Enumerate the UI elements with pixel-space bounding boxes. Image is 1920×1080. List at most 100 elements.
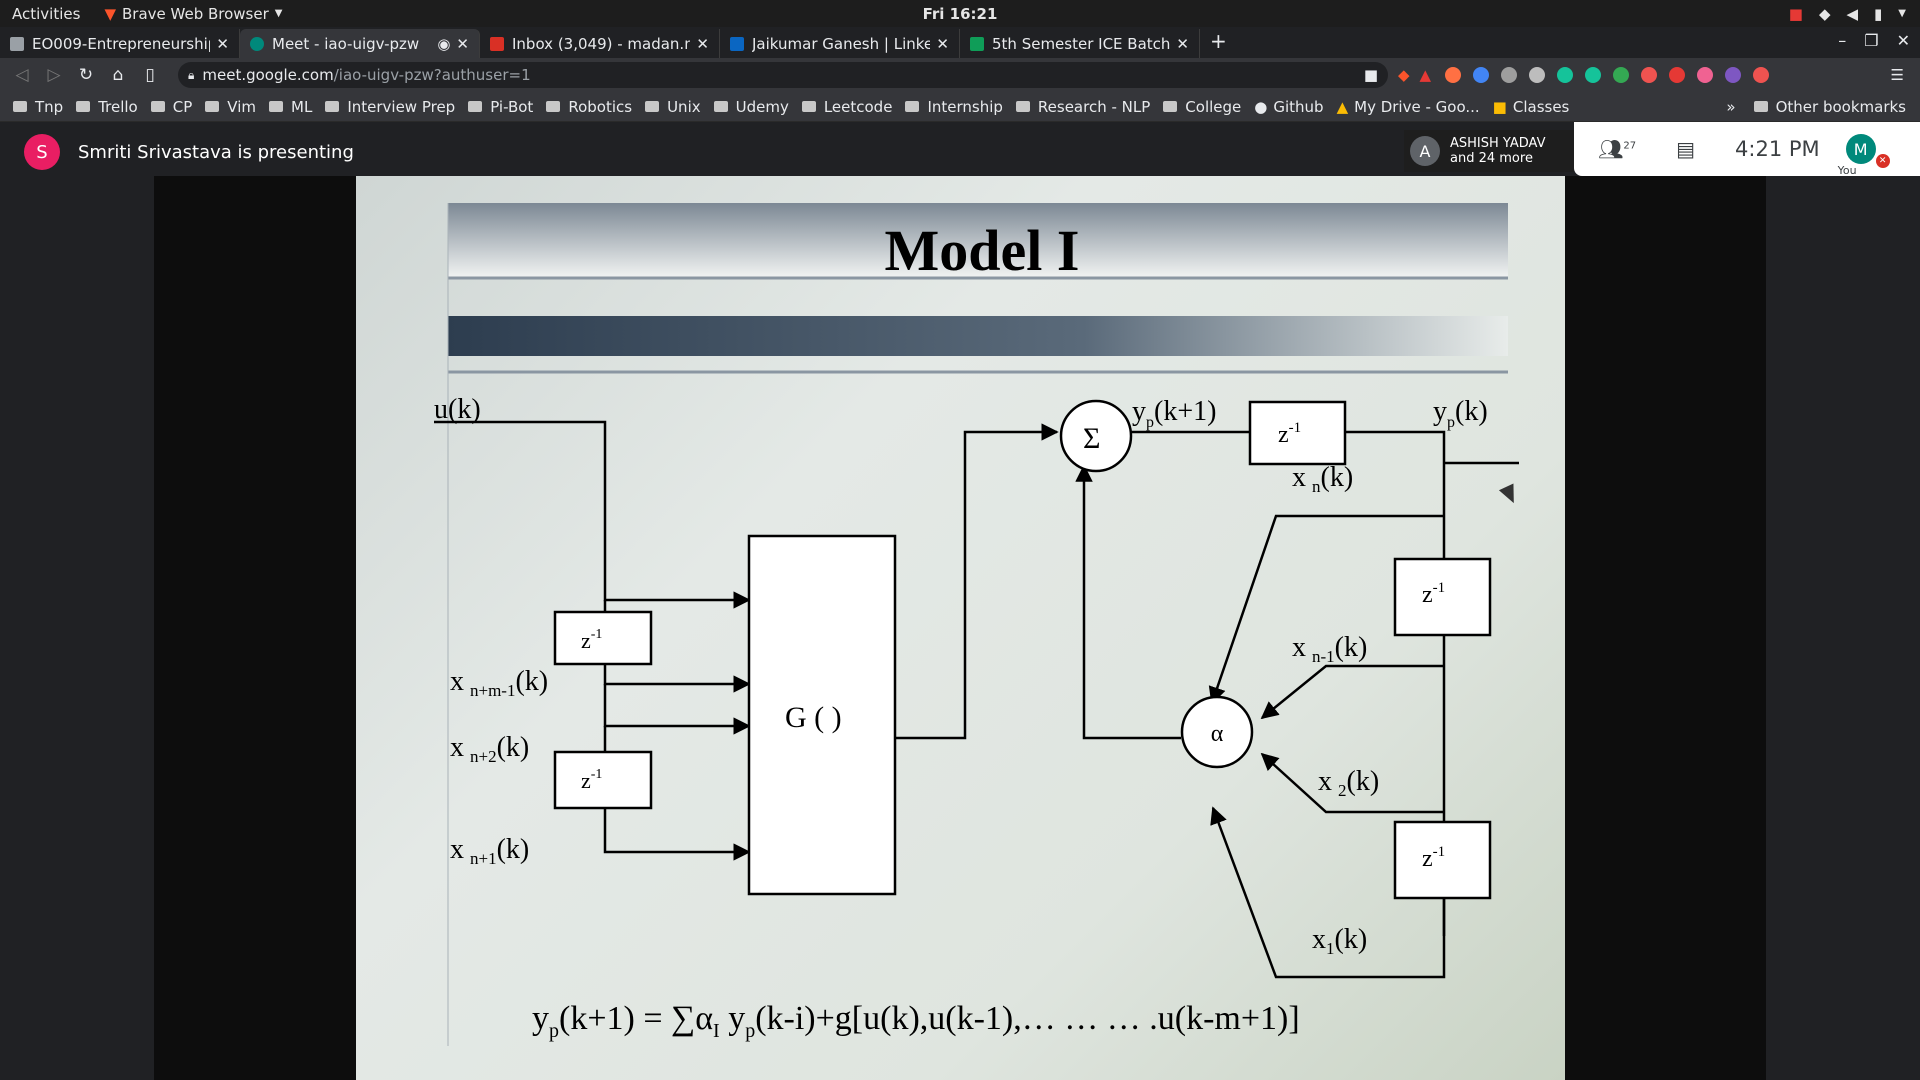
avatar: A: [1410, 136, 1440, 166]
extensions: [1445, 67, 1770, 83]
people-button[interactable]: 👥︎27: [1598, 137, 1636, 161]
close-icon[interactable]: ✕: [216, 35, 229, 53]
extension-icon[interactable]: [1585, 67, 1602, 83]
bookmark-robotics[interactable]: Robotics: [546, 98, 632, 116]
tab-meet[interactable]: Meet - iao-uigv-pzw ◉ ✕: [240, 29, 480, 58]
meet-top-bar: 👥︎27 ▤ 4:21 PM M You ✕: [1574, 122, 1920, 177]
delay-block: [553, 610, 653, 666]
brave-lion-icon: ▼: [104, 4, 116, 23]
extension-icon[interactable]: [1641, 67, 1658, 83]
reload-icon[interactable]: ↻: [70, 65, 102, 85]
slide-diagram: Model I u(k) Σ α G () yp(k+1) yp(k) x n…: [434, 203, 1519, 1046]
wifi-icon: ◆: [1818, 4, 1831, 23]
bookmark-udemy[interactable]: Udemy: [713, 98, 789, 116]
bookmark-trello[interactable]: Trello: [76, 98, 138, 116]
bookmark-internship[interactable]: Internship: [905, 98, 1003, 116]
label-xn-2: x n+2(k): [450, 732, 529, 766]
forward-icon[interactable]: ▷: [38, 65, 70, 85]
tab-title: Jaikumar Ganesh | LinkedIn: [752, 34, 930, 53]
bookmark-github[interactable]: ● Github: [1254, 98, 1323, 116]
close-icon[interactable]: ✕: [456, 35, 469, 53]
bookmarks-bar: Tnp Trello CP Vim ML Interview Prep Pi-B…: [0, 92, 1920, 122]
bookmark-college[interactable]: College: [1163, 98, 1241, 116]
camera-icon[interactable]: ■: [1364, 66, 1378, 84]
close-window-icon[interactable]: ✕: [1897, 31, 1910, 50]
more-bookmarks-button[interactable]: »: [1726, 98, 1735, 116]
bookmark-my-drive[interactable]: ▲ My Drive - Goo...: [1337, 98, 1480, 116]
extension-icon[interactable]: [1445, 67, 1462, 83]
delay-block: [553, 750, 653, 810]
tab-entrepreneurship[interactable]: EO009-Entrepreneurship E ✕: [0, 29, 240, 58]
label-yp-k: yp(k): [1433, 396, 1488, 431]
recording-icon: ◉: [437, 34, 451, 53]
bookmark-icon[interactable]: ▯: [134, 65, 166, 85]
github-icon: ●: [1254, 97, 1268, 116]
extension-icon[interactable]: [1557, 67, 1574, 83]
people-icon: 👥︎: [1598, 137, 1624, 161]
other-bookmarks[interactable]: Other bookmarks: [1753, 98, 1906, 116]
folder-icon: [713, 101, 728, 112]
slide-title: Model I: [885, 218, 1080, 283]
you-label: You: [1837, 164, 1857, 177]
delay-block: [1393, 557, 1492, 637]
label-xn-m-1: x n+m-1(k): [450, 666, 548, 700]
bookmark-vim[interactable]: Vim: [205, 98, 256, 116]
self-tile[interactable]: M You ✕: [1838, 134, 1890, 177]
bookmark-research-nlp[interactable]: Research - NLP: [1015, 98, 1150, 116]
folder-icon: [1015, 101, 1030, 112]
new-tab-button[interactable]: +: [1210, 29, 1227, 53]
app-menu[interactable]: ▼ Brave Web Browser ▼: [104, 5, 282, 23]
document-icon: [10, 36, 24, 51]
minimize-icon[interactable]: –: [1838, 31, 1846, 50]
classroom-icon: [970, 36, 984, 51]
participants-tile[interactable]: A ASHISH YADAV and 24 more: [1404, 130, 1574, 172]
system-clock[interactable]: Fri 16:21: [0, 5, 1920, 23]
url-field[interactable]: 🔒︎ meet.google.com/iao-uigv-pzw?authuser…: [178, 62, 1388, 88]
tab-inbox[interactable]: Inbox (3,049) - madan.man ✕: [480, 29, 720, 58]
tab-linkedin[interactable]: Jaikumar Ganesh | LinkedIn ✕: [720, 29, 960, 58]
avatar: M: [1845, 134, 1876, 164]
bookmark-classes[interactable]: ■ Classes: [1493, 98, 1570, 116]
bookmark-ml[interactable]: ML: [269, 98, 312, 116]
folder-icon: [1753, 101, 1768, 112]
extension-icon[interactable]: [1529, 67, 1546, 83]
bookmark-pi-bot[interactable]: Pi-Bot: [468, 98, 533, 116]
activities-button[interactable]: Activities: [12, 5, 80, 23]
close-icon[interactable]: ✕: [936, 35, 949, 53]
block-diagram: [434, 420, 1519, 979]
extension-icon[interactable]: [1725, 67, 1742, 83]
close-icon[interactable]: ✕: [1176, 35, 1189, 53]
meet-window: S Smriti Srivastava is presenting A ASHI…: [0, 122, 1920, 1080]
back-icon[interactable]: ◁: [6, 65, 38, 85]
restore-icon[interactable]: ❐: [1864, 31, 1878, 50]
menu-icon[interactable]: ☰: [1891, 66, 1904, 84]
system-tray[interactable]: ■ ◆ ◀ ▮ ▼: [1789, 5, 1906, 23]
label-yp-k1: yp(k+1): [1132, 396, 1216, 431]
bookmark-tnp[interactable]: Tnp: [13, 98, 63, 116]
participant-more: and 24 more: [1450, 151, 1533, 166]
label-x2: x 2(k): [1318, 766, 1379, 800]
bookmark-unix[interactable]: Unix: [645, 98, 701, 116]
extension-icon[interactable]: [1753, 67, 1770, 83]
extension-icon[interactable]: [1669, 67, 1686, 83]
close-icon[interactable]: ✕: [696, 35, 709, 53]
extension-icon[interactable]: [1501, 67, 1518, 83]
brave-shields-icon[interactable]: ◆: [1398, 66, 1410, 84]
tab-title: Inbox (3,049) - madan.man: [512, 34, 690, 53]
participant-name: ASHISH YADAV: [1450, 136, 1546, 151]
extension-icon[interactable]: [1697, 67, 1714, 83]
chat-icon[interactable]: ▤: [1676, 137, 1695, 161]
tab-classroom[interactable]: 5th Semester ICE Batch 2 ✕: [960, 29, 1200, 58]
extension-icon[interactable]: [1473, 67, 1490, 83]
bookmark-leetcode[interactable]: Leetcode: [801, 98, 892, 116]
presenter-banner: S Smriti Srivastava is presenting: [24, 134, 354, 170]
bookmark-interview-prep[interactable]: Interview Prep: [325, 98, 455, 116]
brave-rewards-icon[interactable]: ▲: [1420, 66, 1432, 84]
label-sum: Σ: [1083, 422, 1100, 455]
home-icon[interactable]: ⌂: [102, 65, 134, 85]
folder-icon: [150, 101, 165, 112]
chevron-down-icon: ▼: [274, 8, 283, 19]
extension-icon[interactable]: [1613, 67, 1630, 83]
bookmark-cp[interactable]: CP: [150, 98, 192, 116]
lock-icon: 🔒︎: [188, 67, 195, 82]
